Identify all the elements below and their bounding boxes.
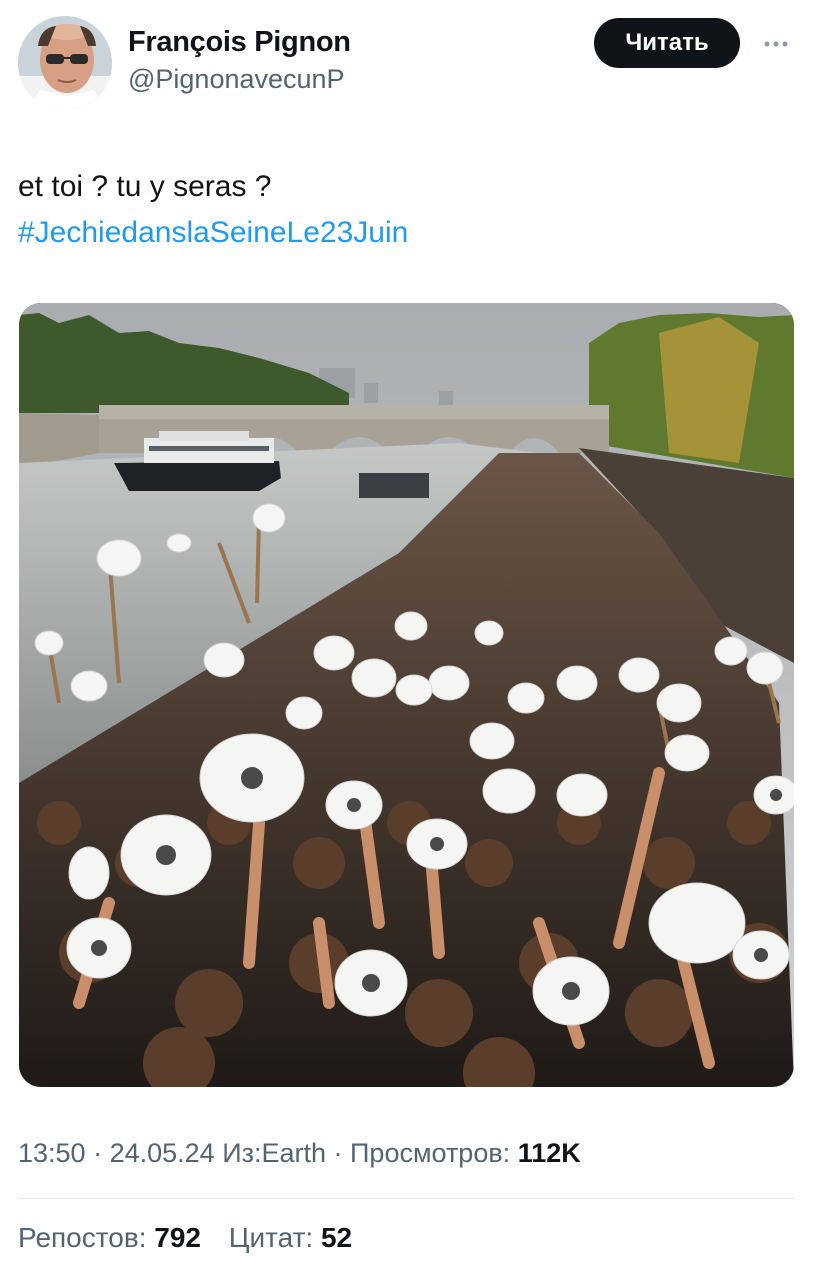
author-display-name[interactable]: François Pignon bbox=[128, 26, 351, 59]
views-label: Просмотров: bbox=[350, 1138, 518, 1168]
reposts-count: 792 bbox=[154, 1222, 201, 1253]
divider bbox=[18, 1198, 794, 1199]
quotes-stat[interactable]: Цитат: 52 bbox=[229, 1222, 352, 1253]
tweet-media-photo[interactable] bbox=[19, 303, 794, 1087]
meta-separator: · bbox=[85, 1138, 110, 1168]
tweet-time[interactable]: 13:50 bbox=[18, 1138, 86, 1168]
quotes-label: Цитат: bbox=[228, 1222, 321, 1253]
author-handle[interactable]: @PignonavecunP bbox=[128, 64, 345, 95]
tweet-date[interactable]: 24.05.24 bbox=[110, 1138, 215, 1168]
tweet-hashtag-link[interactable]: #JechiedanslaSeineLe23Juin bbox=[18, 210, 793, 256]
reposts-stat[interactable]: Репостов: 792 bbox=[18, 1222, 201, 1253]
tweet-text: et toi ? tu y seras ? #JechiedanslaSeine… bbox=[18, 164, 793, 256]
tweet-meta: 13:50 · 24.05.24 Из:Earth · Просмотров: … bbox=[18, 1138, 581, 1169]
reposts-label: Репостов: bbox=[18, 1222, 155, 1253]
tweet-stats: Репостов: 792 Цитат: 52 bbox=[18, 1222, 372, 1254]
views-count: 112K bbox=[517, 1138, 581, 1168]
meta-separator: · bbox=[326, 1138, 351, 1168]
more-options-button[interactable] bbox=[758, 26, 794, 62]
photo-crowd-toilet-paper-seine-icon bbox=[19, 303, 794, 1087]
tweet-source: Из:Earth bbox=[214, 1138, 327, 1168]
quotes-count: 52 bbox=[320, 1222, 353, 1253]
tweet-text-line: et toi ? tu y seras ? bbox=[18, 170, 272, 203]
user-avatar-icon bbox=[18, 16, 112, 110]
follow-button[interactable]: Читать bbox=[594, 18, 740, 68]
author-avatar[interactable] bbox=[18, 16, 112, 110]
more-horizontal-icon bbox=[764, 41, 788, 47]
